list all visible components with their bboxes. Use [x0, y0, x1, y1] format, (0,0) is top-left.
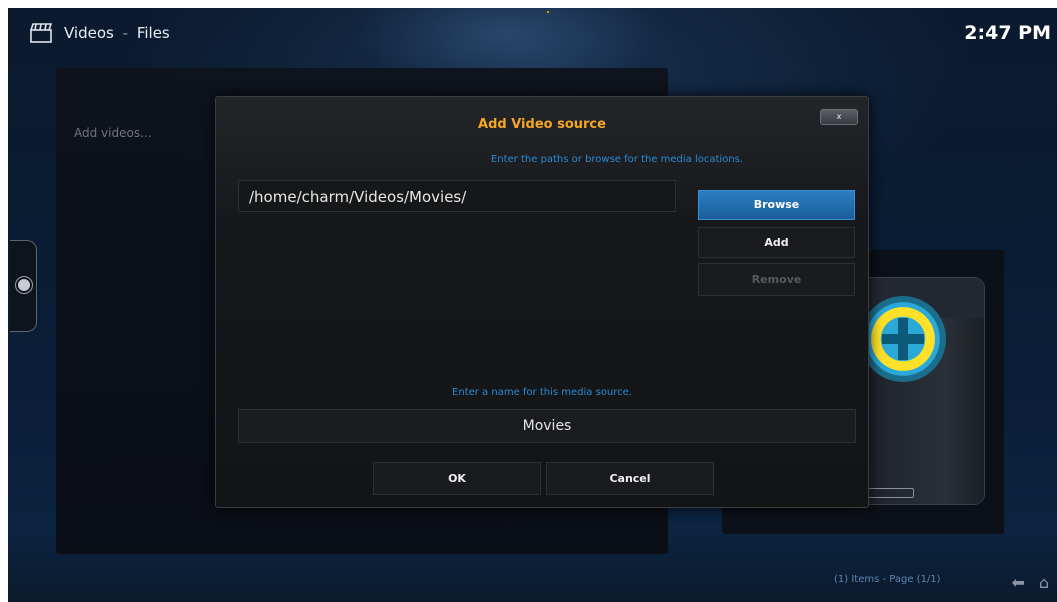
add-button[interactable]: Add: [698, 227, 855, 258]
clapperboard-icon: [30, 23, 52, 43]
close-button[interactable]: x: [820, 109, 858, 125]
side-menu-tab[interactable]: [10, 240, 37, 332]
kodi-screen: Videos - Files 2:47 PM Add videos... (1)…: [8, 8, 1057, 602]
ok-button[interactable]: OK: [373, 462, 541, 495]
cancel-button[interactable]: Cancel: [546, 462, 714, 495]
add-video-source-dialog: Add Video source x Enter the paths or br…: [215, 96, 869, 508]
clock: 2:47 PM: [964, 22, 1051, 44]
source-name-field[interactable]: Movies: [238, 409, 856, 443]
dialog-title: Add Video source: [478, 117, 606, 132]
path-hint: Enter the paths or browse for the media …: [490, 154, 744, 165]
breadcrumb-section: Videos: [64, 24, 114, 42]
breadcrumb-separator: -: [122, 24, 129, 42]
plus-circle-icon: [860, 296, 946, 382]
home-icon[interactable]: ⌂: [1039, 573, 1049, 592]
source-path-field[interactable]: /home/charm/Videos/Movies/: [238, 180, 676, 212]
browse-button[interactable]: Browse: [698, 190, 855, 220]
drive-slot-icon: [868, 488, 914, 498]
name-hint: Enter a name for this media source.: [452, 387, 632, 398]
breadcrumb-page: Files: [136, 24, 170, 42]
back-arrow-icon[interactable]: ⬅: [1011, 573, 1024, 592]
settings-dot-icon: [16, 277, 32, 293]
source-name-value: Movies: [522, 418, 572, 434]
breadcrumb: Videos - Files: [64, 24, 170, 42]
bottom-nav: ⬅ ⌂: [997, 573, 1049, 592]
source-path-value: /home/charm/Videos/Movies/: [249, 188, 467, 206]
indicator-dot: [547, 11, 549, 13]
add-videos-item[interactable]: Add videos...: [74, 126, 152, 140]
remove-button[interactable]: Remove: [698, 263, 855, 296]
items-page-status: (1) Items - Page (1/1): [834, 574, 941, 585]
